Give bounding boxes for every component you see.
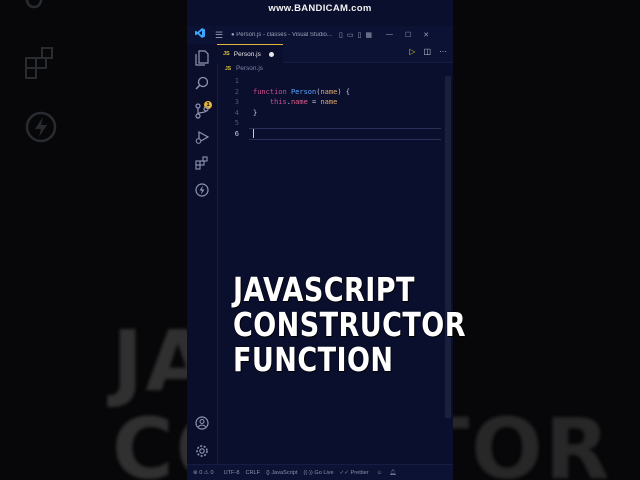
problems-indicator[interactable]: ⊗ 0 ⚠ 0 bbox=[193, 470, 214, 476]
go-live-button[interactable]: ((·)) Go Live bbox=[303, 470, 333, 476]
status-bar: ⊗ 0 ⚠ 0 UTF-8 CRLF {} JavaScript ((·)) G… bbox=[187, 464, 453, 480]
toggle-sidebar-icon[interactable]: ▯ bbox=[339, 31, 343, 39]
feedback-icon[interactable]: ☺ bbox=[377, 470, 383, 476]
extensions-icon[interactable] bbox=[194, 156, 210, 172]
title-bar: ☰ ● Person.js - classes - Visual Studio.… bbox=[187, 26, 453, 44]
headline-line-2: CONSTRUCTOR bbox=[233, 305, 466, 344]
more-actions-icon[interactable]: ··· bbox=[439, 47, 447, 56]
code-token: } bbox=[253, 108, 258, 117]
code-line[interactable]: 3 this.name = name bbox=[217, 97, 453, 108]
minimize-button[interactable]: — bbox=[386, 31, 393, 39]
code-token: name bbox=[320, 98, 338, 106]
tab-person-js[interactable]: JS Person.js bbox=[217, 44, 283, 63]
run-debug-icon[interactable] bbox=[194, 130, 210, 146]
code-line[interactable]: 6 bbox=[217, 129, 453, 140]
language-mode[interactable]: {} JavaScript bbox=[266, 470, 297, 476]
window-title: ● Person.js - classes - Visual Studio... bbox=[231, 32, 332, 38]
breadcrumb-js-icon: JS bbox=[225, 66, 232, 72]
headline-line-3: FUNCTION bbox=[233, 340, 394, 379]
code-token: = bbox=[307, 98, 321, 106]
line-number: 3 bbox=[234, 98, 239, 106]
vscode-logo-icon bbox=[193, 28, 207, 42]
tab-bar: JS Person.js ▷ ◫ ··· bbox=[217, 44, 453, 63]
code-line[interactable]: 2 function Person(name) { bbox=[217, 87, 453, 98]
notifications-bell-icon[interactable]: 🔔︎ bbox=[389, 470, 396, 476]
toggle-secondary-sidebar-icon[interactable]: ▯ bbox=[357, 31, 361, 39]
lightning-icon[interactable] bbox=[194, 183, 210, 199]
line-number: 1 bbox=[234, 77, 239, 85]
code-line[interactable]: 1 bbox=[217, 76, 453, 87]
code-text: } bbox=[253, 108, 257, 119]
run-file-icon[interactable]: ▷ bbox=[409, 47, 415, 56]
toggle-panel-icon[interactable]: ▭ bbox=[347, 31, 354, 39]
files-icon[interactable] bbox=[194, 50, 210, 66]
code-line[interactable]: 4} bbox=[217, 108, 453, 119]
code-token: name bbox=[290, 98, 308, 106]
customize-layout-icon[interactable]: ▦ bbox=[365, 31, 372, 39]
js-file-icon: JS bbox=[223, 51, 230, 57]
code-token: function bbox=[253, 87, 287, 96]
menu-icon[interactable]: ☰ bbox=[215, 30, 225, 41]
account-icon[interactable] bbox=[194, 416, 210, 432]
code-token: this bbox=[269, 98, 287, 106]
activity-bar: 1 bbox=[187, 44, 218, 464]
close-button[interactable]: ✕ bbox=[423, 31, 429, 39]
line-number: 6 bbox=[234, 129, 239, 138]
search-icon[interactable] bbox=[194, 76, 210, 92]
maximize-button[interactable]: ☐ bbox=[405, 31, 411, 39]
code-text: function Person(name) { bbox=[253, 87, 350, 98]
prettier-status[interactable]: ✓✓ Prettier bbox=[340, 470, 369, 476]
split-editor-icon[interactable]: ◫ bbox=[423, 47, 431, 56]
code-token: name bbox=[320, 87, 338, 96]
line-number: 2 bbox=[234, 87, 239, 96]
breadcrumb[interactable]: JS Person.js bbox=[225, 65, 263, 72]
vscode-window: ☰ ● Person.js - classes - Visual Studio.… bbox=[187, 0, 453, 480]
breadcrumb-file[interactable]: Person.js bbox=[236, 65, 263, 72]
bandicam-watermark: www.BANDICAM.com bbox=[268, 3, 372, 14]
headline-line-1: JAVASCRIPT bbox=[233, 270, 415, 309]
unsaved-dot-icon[interactable] bbox=[268, 51, 274, 57]
code-line[interactable]: 5 bbox=[217, 118, 453, 129]
gear-icon[interactable] bbox=[194, 444, 210, 460]
code-text: this.name = name bbox=[253, 97, 337, 108]
video-headline: JAVASCRIPT CONSTRUCTOR FUNCTION bbox=[233, 272, 466, 377]
encoding-indicator[interactable]: UTF-8 bbox=[224, 470, 240, 476]
code-token: ) { bbox=[337, 87, 350, 96]
code-token: Person bbox=[290, 87, 317, 96]
eol-indicator[interactable]: CRLF bbox=[245, 470, 260, 476]
source-control-icon[interactable] bbox=[194, 103, 210, 119]
tab-label: Person.js bbox=[233, 50, 261, 58]
line-number: 5 bbox=[234, 119, 239, 127]
line-number: 4 bbox=[234, 108, 239, 117]
